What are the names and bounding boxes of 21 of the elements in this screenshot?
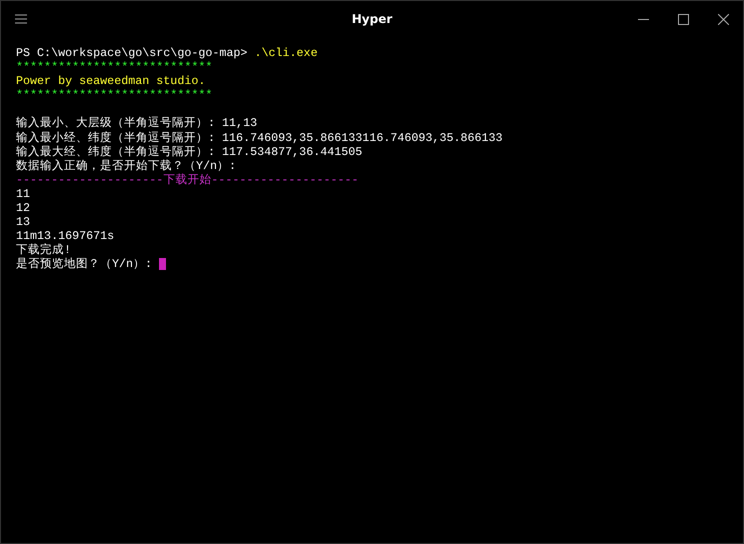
terminal-text: 11 [16, 186, 30, 202]
terminal-text: 输入最大经、纬度（半角逗号隔开）: 117.534877,36.441505 [16, 144, 362, 159]
terminal-text: ---------------------下载开始--------------------- [16, 172, 359, 187]
terminal-text: 12 [16, 201, 30, 216]
terminal-text: 13 [16, 215, 30, 230]
close-icon [718, 14, 729, 24]
minimize-icon [638, 18, 649, 20]
terminal-text: 输入最小经、纬度（半角逗号隔开）: 116.746093,35.866133116.746093,35.866133 [16, 130, 503, 145]
terminal-text: Power by seaweedman studio. [16, 74, 206, 88]
terminal-text: 是否预览地图？（Y/n）: [16, 257, 154, 272]
menu-icon [15, 14, 27, 24]
terminal-text: 下载完成! [16, 243, 72, 258]
maximize-icon [678, 14, 689, 24]
window-title: Hyper [352, 12, 392, 26]
terminal-text: PS C:\workspace\go\src\go-go-map> [16, 46, 248, 60]
terminal-text: 输入最小、大层级（半角逗号隔开）: 11,13 [16, 116, 258, 131]
terminal-text: **************************** [16, 88, 212, 102]
terminal-text: 数据输入正确，是否开始下载？（Y/n）: [16, 158, 236, 173]
terminal-text: **************************** [16, 60, 212, 74]
terminal-text: .\cli.exe [253, 46, 318, 60]
terminal-text: 11m13.1697671s [16, 229, 114, 244]
